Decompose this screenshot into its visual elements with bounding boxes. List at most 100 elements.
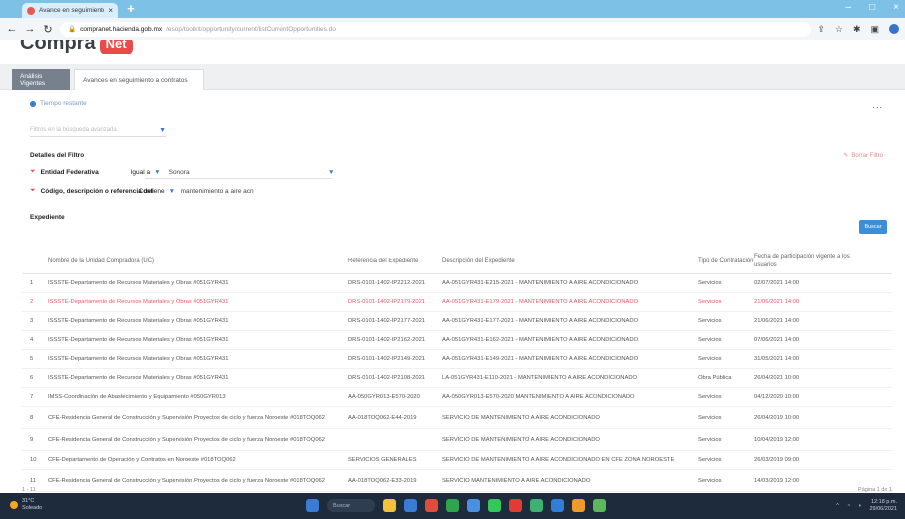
clear-filter-link[interactable]: ✎ Borrar Filtro [843,152,883,160]
col-header-reference[interactable]: Referencia del Expediente [348,258,442,264]
filter-value[interactable]: mantenimiento a aire acn [181,188,254,195]
row-reference[interactable]: DRS-0101-1402-IP2179-2021 [348,299,442,305]
filter-value[interactable]: Sonora [169,169,190,176]
taskbar-app-icon[interactable] [530,499,543,512]
row-uc[interactable]: ISSSTE-Departamento de Recursos Material… [48,280,348,286]
row-date: 21/06/2021 14:00 [754,299,800,305]
row-index: 1 [30,280,34,286]
row-reference[interactable]: DRS-0101-1402-IP2162-2021 [348,337,442,343]
col-header-type[interactable]: Tipo de Contratación [698,257,754,265]
row-uc[interactable]: CFE-Departamento de Operación y Contrato… [48,457,348,463]
row-type: Servicios [698,318,722,324]
col-header-description[interactable]: Descripción del Expediente [442,258,698,264]
row-type: Servicios [698,356,722,362]
weather-temp: 31°C [22,498,35,504]
volume-icon[interactable]: ◖ [858,503,861,509]
funnel-icon[interactable]: ⏷ [30,187,36,195]
new-tab-button[interactable]: + [124,2,138,16]
taskbar-app-icon[interactable] [425,499,438,512]
row-uc[interactable]: CFE-Residencia General de Construcción y… [48,478,348,484]
taskbar-app-icon[interactable] [593,499,606,512]
taskbar-app-icon[interactable] [551,499,564,512]
favicon-icon [27,6,35,15]
url-input[interactable]: 🔒 compranet.hacienda.gob.mx /esop/toolki… [60,21,812,37]
extensions-icon[interactable]: ✱ [853,24,861,35]
advanced-filter-select[interactable]: Filtros en la búsqueda avanzada ▼ [30,124,166,137]
more-options-icon[interactable]: ... [872,100,883,110]
row-uc[interactable]: ISSSTE-Departamento de Recursos Material… [48,356,348,362]
row-description: LA-051GYR431-E110-2021 - MANTENIMIENTO A… [442,375,638,381]
row-reference[interactable]: AA-050GYR013-E570-2020 [348,394,442,400]
row-uc[interactable]: ISSSTE-Departamento de Recursos Material… [48,299,348,305]
forward-icon[interactable]: → [24,23,36,35]
close-tab-icon[interactable]: × [108,6,113,15]
filter-operator-select[interactable]: Contiene ▼ [139,188,177,195]
clock-time: 12:18 p.m. [871,499,897,505]
taskbar-app-icon[interactable] [488,499,501,512]
tab-analisis-vigentes[interactable]: Análisis Vigentes [12,69,70,90]
funnel-icon[interactable]: ⏷ [30,168,36,176]
row-uc[interactable]: ISSSTE-Departamento de Recursos Material… [48,318,348,324]
time-remaining-link[interactable]: Tiempo restante [30,100,87,107]
site-logo[interactable]: Compra Net [20,40,133,54]
row-index: 11 [30,477,37,484]
sidebar-icon[interactable]: ▣ [870,24,879,35]
table-row[interactable]: 6 ISSSTE-Departamento de Recursos Materia… [22,369,892,388]
table-row[interactable]: 5 ISSSTE-Departamento de Recursos Materia… [22,350,892,369]
taskbar-app-icon[interactable] [509,499,522,512]
taskbar-app-icon[interactable] [572,499,585,512]
reload-icon[interactable]: ↻ [42,23,54,36]
row-reference[interactable]: AA-018TOQ062-E44-2019 [348,415,442,421]
row-reference[interactable]: DRS-0101-1402-IP2212-2021 [348,280,442,286]
weather-widget[interactable]: 31°C Soleado [10,498,42,512]
row-reference[interactable]: SERVICIOS GENERALES [348,457,442,463]
weather-desc: Soleado [22,505,43,511]
row-index: 5 [30,356,34,362]
profile-avatar-icon[interactable] [889,24,899,34]
row-index: 3 [30,318,34,324]
maximize-button[interactable]: □ [869,2,875,13]
page-content: Compra Net Análisis Vigentes Avances en … [0,40,905,493]
row-reference[interactable]: DRS-0101-1402-IP2149-2021 [348,356,442,362]
col-header-uc[interactable]: Nombre de la Unidad Compradora (UC) [48,258,348,264]
browser-tab[interactable]: Avance en seguimiento a con × [22,3,118,18]
row-uc[interactable]: CFE-Residencia General de Construcción y… [48,437,348,443]
table-row[interactable]: 8 CFE-Residencia General de Construcción … [22,407,892,429]
taskbar-search[interactable]: Buscar [327,499,375,512]
search-button[interactable]: Buscar [859,220,887,234]
table-row[interactable]: 1 ISSSTE-Departamento de Recursos Materia… [22,274,892,293]
close-window-button[interactable]: × [893,2,899,13]
taskbar-app-icon[interactable] [467,499,480,512]
table-row[interactable]: 7 IMSS-Coordinación de Abastecimiento y E… [22,388,892,407]
table-row[interactable]: 2 ISSSTE-Departamento de Recursos Materia… [22,293,892,312]
col-header-date[interactable]: Fecha de participación vigente a los usu… [754,253,874,269]
table-row[interactable]: 9 CFE-Residencia General de Construcción … [22,429,892,451]
row-uc[interactable]: CFE-Residencia General de Construcción y… [48,415,348,421]
table-row[interactable]: 10 CFE-Departamento de Operación y Contra… [22,451,892,470]
clock[interactable]: 12:18 p.m. 29/06/2021 [869,499,897,513]
chevron-down-icon[interactable]: ▼ [328,169,334,176]
windows-start-icon[interactable] [306,499,319,512]
table-header: Nombre de la Unidad Compradora (UC) Refe… [22,248,892,274]
minimize-button[interactable]: – [846,2,852,13]
taskbar-app-icon[interactable] [383,499,396,512]
tab-avances-seguimiento[interactable]: Avances en seguimiento a contratos [74,69,204,90]
row-uc[interactable]: IMSS-Coordinación de Abastecimiento y Eq… [48,394,348,400]
row-type: Servicios [698,414,722,421]
table-row[interactable]: 4 ISSSTE-Departamento de Recursos Materia… [22,331,892,350]
row-reference[interactable]: DRS-0101-1402-IP2108-2021 [348,375,442,381]
row-date: 07/06/2021 14:00 [754,337,800,343]
filter-operator-select[interactable]: Igual a ▼ [131,169,169,176]
row-reference[interactable]: AA-018TOQ062-E33-2019 [348,478,442,484]
taskbar-app-icon[interactable] [446,499,459,512]
share-icon[interactable]: ⇪ [817,24,825,35]
row-uc[interactable]: ISSSTE-Departamento de Recursos Material… [48,337,348,343]
table-row[interactable]: 3 ISSSTE-Departamento de Recursos Materia… [22,312,892,331]
bookmark-star-icon[interactable]: ☆ [835,24,843,35]
row-uc[interactable]: ISSSTE-Departamento de Recursos Material… [48,375,348,381]
row-reference[interactable]: DRS-0101-1402-IP2177-2021 [348,318,442,324]
back-icon[interactable]: ← [6,23,18,35]
taskbar-app-icon[interactable] [404,499,417,512]
chevron-up-icon[interactable]: ^ [836,503,839,509]
wifi-icon[interactable]: ◔ [847,503,850,509]
